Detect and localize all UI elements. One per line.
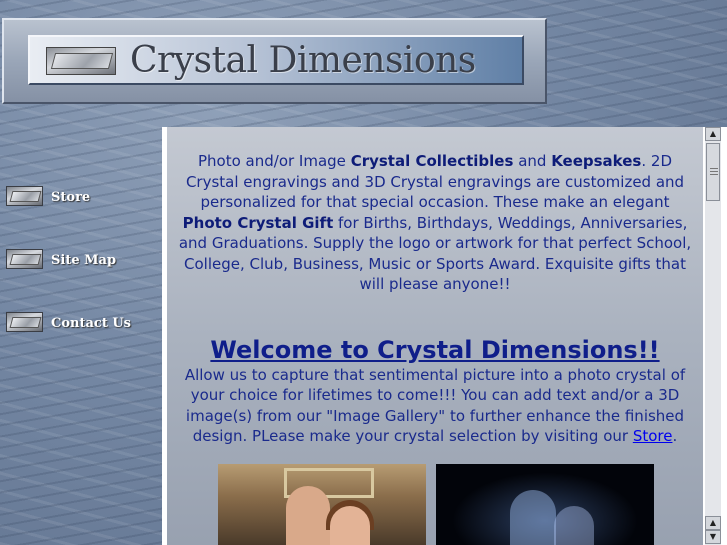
scroll-down-arrow-icon[interactable]: ▼ [705,530,721,544]
grip-icon [710,168,718,169]
intro-text: Photo and/or Image [197,152,351,170]
crystal-book-logo-icon [46,47,116,75]
woman-face [330,506,370,545]
scroll-up-arrow-icon[interactable]: ▲ [705,127,721,141]
intro-bold-keepsakes: Keepsakes [551,152,642,170]
banner-panel: Crystal Dimensions [28,35,524,85]
vertical-scrollbar[interactable]: ▲ ▲ ▼ [705,127,721,545]
scroll-up-arrow-icon[interactable]: ▲ [705,516,721,530]
scrollbar-thumb[interactable] [706,143,720,201]
nav-site-map-link[interactable]: Site Map [6,249,156,273]
man-face [286,486,330,545]
crystal-book-icon [6,249,43,269]
welcome-heading: Welcome to Crystal Dimensions!! [210,335,660,364]
site-banner: Crystal Dimensions [2,18,547,104]
main-content: Photo and/or Image Crystal Collectibles … [167,127,703,545]
nav-site-map-label: Site Map [51,253,117,268]
welcome-text: Allow us to capture that sentimental pic… [184,365,686,446]
nav-store-label: Store [51,190,91,205]
site-title: Crystal Dimensions [130,40,476,81]
intro-paragraph: Photo and/or Image Crystal Collectibles … [177,151,693,295]
nav-contact-us-link[interactable]: Contact Us [6,312,156,336]
intro-bold-photo-crystal-gift: Photo Crystal Gift [182,213,334,232]
intro-text: and [513,152,552,170]
crystal-book-icon [6,312,43,332]
crystal-book-icon [6,186,43,206]
intro-bold-crystal-collectibles: Crystal Collectibles [350,152,514,170]
nav-contact-us-label: Contact Us [51,316,131,331]
welcome-text-end: . [672,427,678,445]
nav-store-link[interactable]: Store [6,186,156,210]
content-frame: Photo and/or Image Crystal Collectibles … [162,127,727,545]
welcome-paragraph: Allow us to capture that sentimental pic… [177,365,693,447]
store-inline-link[interactable]: Store [633,427,673,445]
crystal-engraving-photo [436,464,654,545]
engraved-man [510,490,556,545]
couple-photo [218,464,426,545]
engraved-woman [554,506,594,545]
